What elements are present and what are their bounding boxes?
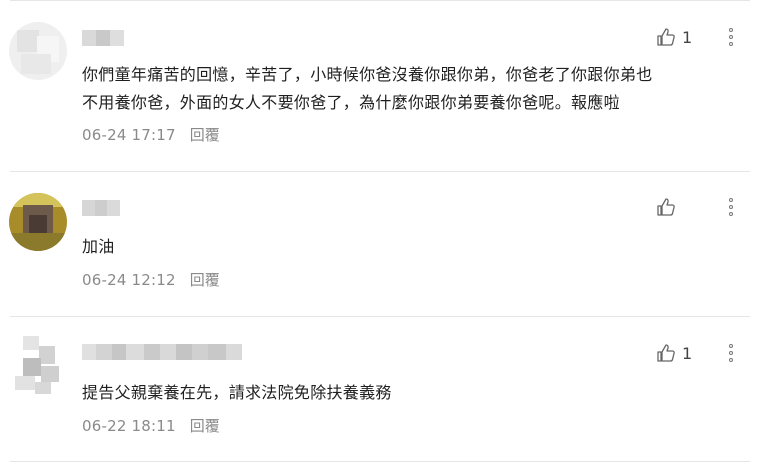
like-button[interactable] — [656, 195, 682, 219]
like-button[interactable]: 1 — [656, 341, 692, 365]
avatar[interactable] — [9, 22, 67, 80]
vertical-dots-icon — [729, 28, 733, 32]
comment-meta: 06-22 18:11 回覆 — [82, 415, 220, 436]
comment-meta: 06-24 17:17 回覆 — [82, 124, 220, 145]
like-count: 1 — [682, 343, 693, 363]
comment-divider — [10, 316, 750, 317]
comment-text: 你們童年痛苦的回憶，辛苦了，小時候你爸沒養你跟你弟，你爸老了你跟你弟也 不用養你… — [82, 65, 653, 112]
blurred-username[interactable] — [82, 344, 242, 360]
more-options-button[interactable] — [724, 25, 738, 49]
like-count: 1 — [682, 27, 693, 47]
reply-button[interactable]: 回覆 — [190, 126, 220, 144]
reply-button[interactable]: 回覆 — [190, 417, 220, 435]
reply-button[interactable]: 回覆 — [190, 271, 220, 289]
timestamp: 06-22 18:11 — [82, 417, 176, 435]
timestamp: 06-24 12:12 — [82, 271, 176, 289]
comment-divider — [10, 461, 750, 462]
more-options-button[interactable] — [724, 341, 738, 365]
blurred-username[interactable] — [82, 200, 120, 216]
comment-meta: 06-24 12:12 回覆 — [82, 269, 220, 290]
vertical-dots-icon — [729, 344, 733, 348]
thumbs-up-icon — [656, 27, 676, 47]
like-button[interactable]: 1 — [656, 25, 692, 49]
comment-text: 提告父親棄養在先，請求法院免除扶養義務 — [82, 383, 392, 402]
more-options-button[interactable] — [724, 195, 738, 219]
comment-divider — [10, 171, 750, 172]
top-divider — [10, 0, 750, 1]
avatar[interactable] — [9, 193, 67, 251]
vertical-dots-icon — [729, 198, 733, 202]
blurred-username[interactable] — [82, 30, 124, 46]
avatar[interactable] — [9, 336, 67, 394]
comment-text: 加油 — [82, 237, 115, 256]
thumbs-up-icon — [656, 197, 676, 217]
timestamp: 06-24 17:17 — [82, 126, 176, 144]
thumbs-up-icon — [656, 343, 676, 363]
